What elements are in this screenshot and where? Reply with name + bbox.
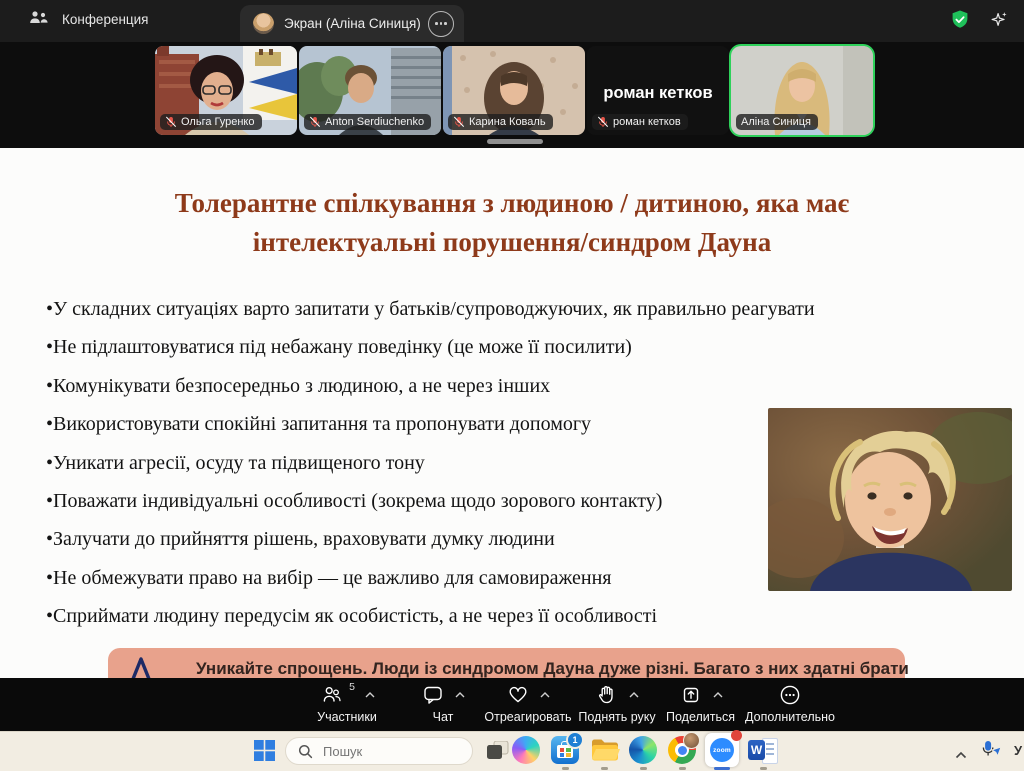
bullet-item: •Не підлаштовуватися під небажану поведі… <box>46 328 926 366</box>
participant-tile-alina[interactable]: Аліна Синиця <box>731 46 873 135</box>
chevron-up-icon[interactable] <box>540 692 550 698</box>
bullet-item: •У складних ситуаціях варто запитати у б… <box>46 290 926 328</box>
participant-name: Аліна Синиця <box>741 116 811 128</box>
window-top-bar: Конференция Экран (Аліна Синиця) <box>0 0 1024 42</box>
tab-conference-label: Конференция <box>62 12 149 27</box>
bullet-item: •Комунікувати безпосередньо з людиною, а… <box>46 367 926 405</box>
task-view-icon <box>487 741 509 761</box>
raise-hand-button[interactable]: Поднять руку <box>572 683 662 724</box>
tray-mic-location-icon[interactable] <box>980 740 1002 765</box>
word-letter: W <box>748 740 765 760</box>
share-screen-button[interactable]: Поделиться <box>658 683 743 724</box>
boy-photo <box>768 408 1012 591</box>
muted-mic-icon <box>453 116 465 128</box>
task-view-button[interactable] <box>487 741 509 766</box>
windows-logo-icon <box>254 740 275 761</box>
participant-name-tag: Anton Serdiuchenko <box>304 114 431 130</box>
tab-screen-share[interactable]: Экран (Аліна Синиця) <box>240 5 464 42</box>
chevron-up-icon <box>955 751 967 759</box>
note-logo-icon <box>130 657 152 678</box>
participant-name-tag: Ольга Гуренко <box>160 114 262 130</box>
chat-icon <box>421 683 445 707</box>
note-text: Уникайте спрощень. Люди із синдромом Дау… <box>196 659 893 678</box>
bullet-item: •Сприймати людину передусім як особистіс… <box>46 597 926 635</box>
taskbar-search[interactable] <box>285 737 473 765</box>
participant-tile-olha[interactable]: Ольга Гуренко <box>155 46 297 135</box>
copilot-app-icon[interactable] <box>512 736 542 766</box>
chevron-up-icon[interactable] <box>629 692 639 698</box>
tray-hidden-icons-button[interactable] <box>955 746 967 764</box>
running-indicator <box>760 767 767 770</box>
camera-off-name: роман кетков <box>587 84 729 103</box>
participant-name: Карина Коваль <box>469 116 546 128</box>
tab-more-icon[interactable] <box>428 11 454 37</box>
muted-mic-icon <box>165 116 177 128</box>
participant-name: роман кетков <box>613 116 681 128</box>
word-app-icon[interactable]: W <box>748 736 778 766</box>
edge-app-icon[interactable] <box>629 736 659 766</box>
participants-count-badge: 5 <box>349 681 355 693</box>
participant-name-tag: Карина Коваль <box>448 114 553 130</box>
zoom-notification-dot <box>731 730 742 741</box>
zoom-app-icon[interactable]: zoom <box>705 733 739 767</box>
chrome-profile-avatar <box>683 732 700 749</box>
running-indicator <box>601 767 608 770</box>
video-thumbnail-strip: Ольга Гуренко <box>0 42 1024 148</box>
chevron-up-icon[interactable] <box>365 692 375 698</box>
participant-name-tag: роман кетков <box>592 114 688 130</box>
meeting-toolbar: 5 Участники Чат <box>0 678 1024 731</box>
search-input[interactable] <box>321 743 445 760</box>
people-icon <box>28 9 50 30</box>
ai-companion-icon[interactable] <box>988 9 1010 36</box>
raised-hand-icon <box>595 683 619 707</box>
chat-button[interactable]: Чат <box>408 683 478 724</box>
tab-conference[interactable]: Конференция <box>28 9 149 30</box>
file-explorer-app-icon[interactable] <box>590 736 620 766</box>
slide-note-box: Уникайте спрощень. Люди із синдромом Дау… <box>108 648 905 678</box>
share-icon <box>679 683 703 707</box>
more-ellipsis-icon <box>778 683 802 707</box>
start-button[interactable] <box>254 740 275 766</box>
store-app-icon[interactable]: 1 <box>551 736 581 766</box>
participant-tile-roman[interactable]: роман кетков роман кетков <box>587 46 729 135</box>
running-indicator <box>562 767 569 770</box>
running-indicator-active <box>714 767 730 770</box>
chrome-app-icon[interactable] <box>668 736 698 766</box>
search-icon <box>298 744 313 759</box>
muted-mic-icon <box>309 116 321 128</box>
participant-name: Ольга Гуренко <box>181 116 255 128</box>
heart-icon <box>506 683 530 707</box>
chevron-up-icon[interactable] <box>713 692 723 698</box>
folder-icon <box>590 736 620 764</box>
avatar <box>253 13 274 34</box>
react-button[interactable]: Отреагировать <box>478 683 578 724</box>
strip-drag-handle[interactable] <box>487 139 543 144</box>
tab-screen-label: Экран (Аліна Синиця) <box>284 16 421 31</box>
chevron-up-icon[interactable] <box>455 692 465 698</box>
security-shield-icon[interactable] <box>949 9 971 36</box>
store-badge: 1 <box>566 731 584 749</box>
running-indicator <box>640 767 647 770</box>
tray-language-indicator[interactable]: У <box>1014 743 1022 758</box>
slide-title: Толерантне спілкування з людиною / дитин… <box>0 184 1024 262</box>
participants-button[interactable]: 5 Участники <box>297 683 397 724</box>
more-button[interactable]: Дополнительно <box>738 683 842 724</box>
zoom-logo-text: zoom <box>713 747 731 754</box>
shared-screen-slide: Толерантне спілкування з людиною / дитин… <box>0 148 1024 678</box>
participants-icon <box>319 683 345 707</box>
zoom-meeting-window: Конференция Экран (Аліна Синиця) <box>0 0 1024 771</box>
participant-tile-karyna[interactable]: Карина Коваль <box>443 46 585 135</box>
participant-name: Anton Serdiuchenko <box>325 116 424 128</box>
muted-mic-icon <box>597 116 609 128</box>
participant-tile-anton[interactable]: Anton Serdiuchenko <box>299 46 441 135</box>
participant-name-tag: Аліна Синиця <box>736 114 818 130</box>
running-indicator <box>679 767 686 770</box>
